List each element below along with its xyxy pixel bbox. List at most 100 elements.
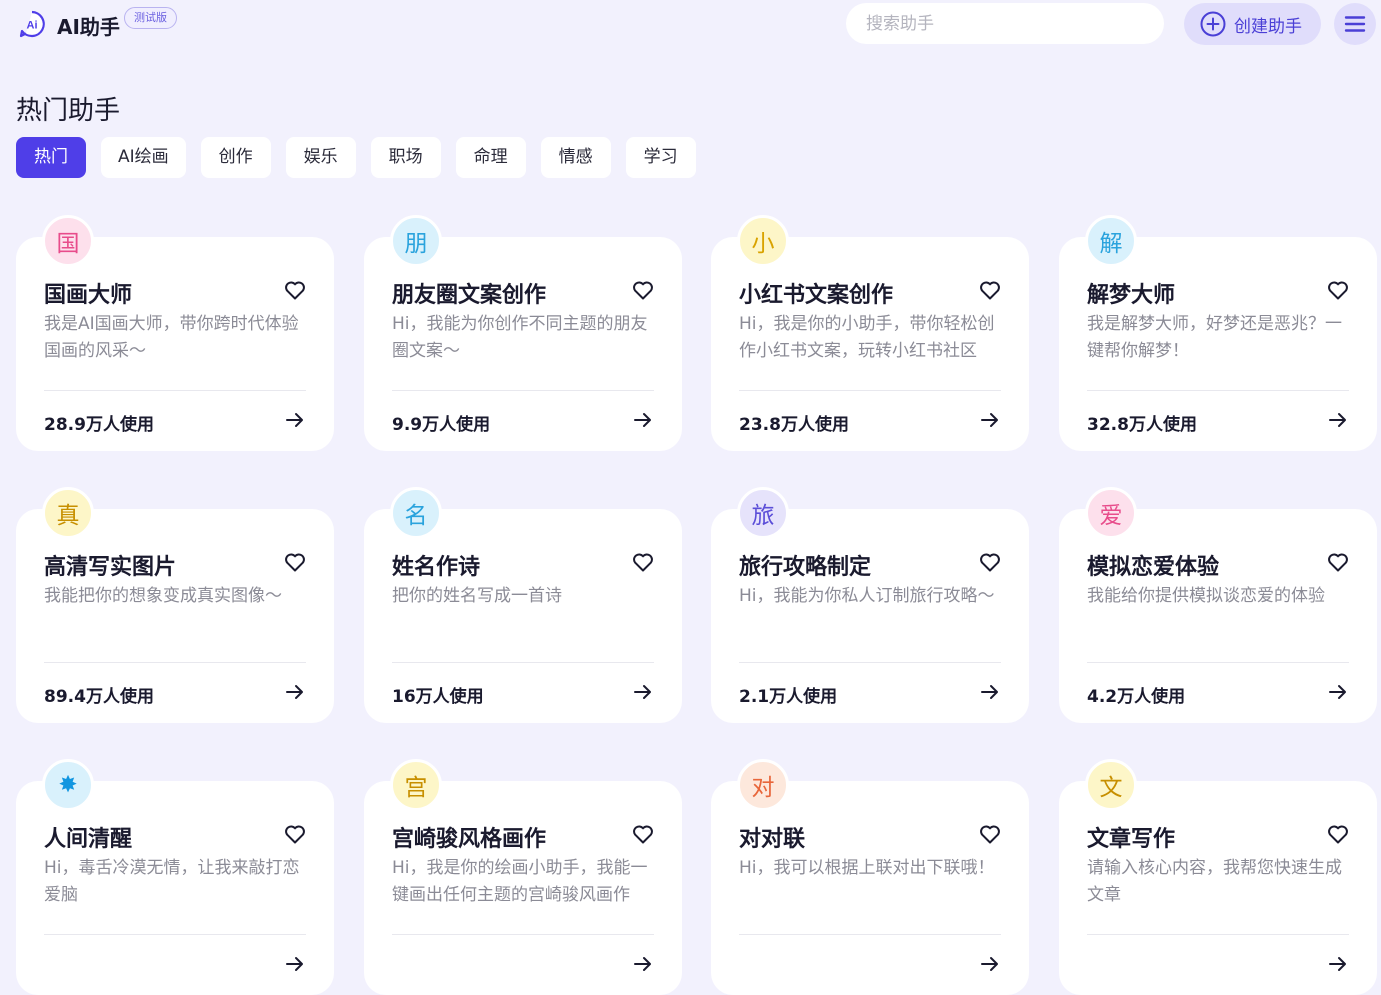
assistant-title: 国画大师 [44, 283, 133, 308]
assistant-description: 我是解梦大师，好梦还是恶兆？一键帮你解梦！ [1087, 314, 1342, 361]
assistant-description: Hi，我能为你创作不同主题的朋友圈文案～ [392, 314, 648, 361]
assistant-title: 宫崎骏风格画作 [392, 827, 547, 852]
favorite-heart-icon[interactable] [283, 822, 307, 846]
arrow-right-icon[interactable] [632, 953, 654, 975]
assistant-title: 高清写实图片 [44, 555, 177, 580]
arrow-right-icon[interactable] [979, 409, 1001, 431]
assistant-avatar-icon: 小 [737, 215, 789, 267]
usage-count: 23.8万人使用 [739, 415, 849, 435]
favorite-heart-icon[interactable] [1326, 550, 1350, 574]
arrow-right-icon[interactable] [979, 953, 1001, 975]
assistant-card[interactable]: 文文章写作 请输入核心内容，我帮您快速生成文章 [1059, 759, 1377, 995]
arrow-right-icon[interactable] [284, 409, 306, 431]
arrow-right-icon[interactable] [1327, 953, 1349, 975]
assistant-card[interactable]: ✸ 人间清醒 Hi，毒舌冷漠无情，让我来敲打恋爱脑 [16, 759, 334, 995]
assistant-card[interactable]: 宫宫崎骏风格画作 Hi，我是你的绘画小助手，我能一键画出任何主题的宫崎骏风画作 [364, 759, 682, 995]
assistant-avatar-icon: 对 [737, 759, 789, 811]
arrow-right-icon[interactable] [1327, 681, 1349, 703]
assistant-description: Hi，我是你的绘画小助手，我能一键画出任何主题的宫崎骏风画作 [392, 858, 648, 905]
ai-logo-icon: Ai [19, 10, 45, 38]
assistant-card[interactable]: 对对对联 Hi，我可以根据上联对出下联哦！ [711, 759, 1029, 995]
favorite-heart-icon[interactable] [283, 278, 307, 302]
favorite-heart-icon[interactable] [631, 822, 655, 846]
assistant-card[interactable]: 爱模拟恋爱体验 我能给你提供模拟谈恋爱的体验 4.2万人使用 [1059, 487, 1377, 723]
assistant-avatar-icon: 宫 [390, 759, 442, 811]
assistant-card[interactable]: 解解梦大师 我是解梦大师，好梦还是恶兆？一键帮你解梦！ 32.8万人使用 [1059, 215, 1377, 451]
assistant-avatar-icon: 真 [42, 487, 94, 539]
assistant-card[interactable]: 朋朋友圈文案创作 Hi，我能为你创作不同主题的朋友圈文案～ 9.9万人使用 [364, 215, 682, 451]
assistant-title: 人间清醒 [44, 827, 133, 852]
card-divider [1087, 390, 1349, 391]
usage-count: 32.8万人使用 [1087, 415, 1197, 435]
assistant-card[interactable]: 真高清写实图片我能把你的想象变成真实图像～ 89.4万人使用 [16, 487, 334, 723]
assistant-description: Hi，我可以根据上联对出下联哦！ [739, 858, 995, 878]
assistant-description: 请输入核心内容，我帮您快速生成文章 [1087, 858, 1342, 905]
arrow-right-icon[interactable] [632, 681, 654, 703]
assistant-card[interactable]: 旅旅行攻略制定 Hi，我能为你私人订制旅行攻略～ 2.1万人使用 [711, 487, 1029, 723]
assistant-card[interactable]: 国国画大师我是AI国画大师，带你跨时代体验国画的风采～ 28.9万人使用 [16, 215, 334, 451]
create-assistant-label: 创建助手 [1234, 16, 1302, 37]
favorite-heart-icon[interactable] [631, 278, 655, 302]
tab-7[interactable]: 学习 [625, 137, 696, 178]
tab-4[interactable]: 职场 [370, 137, 441, 178]
assistant-avatar-icon: 名 [390, 487, 442, 539]
tab-5[interactable]: 命理 [455, 137, 526, 178]
tab-3[interactable]: 娱乐 [285, 137, 356, 178]
usage-count: 4.2万人使用 [1087, 687, 1186, 707]
assistant-title: 旅行攻略制定 [739, 555, 872, 580]
card-divider [1087, 662, 1349, 663]
usage-count: 2.1万人使用 [739, 687, 838, 707]
tab-2[interactable]: 创作 [200, 137, 271, 178]
arrow-right-icon[interactable] [284, 681, 306, 703]
plus-circle-icon [1200, 11, 1226, 37]
favorite-heart-icon[interactable] [978, 278, 1002, 302]
card-divider [392, 390, 654, 391]
usage-count: 9.9万人使用 [392, 415, 491, 435]
card-divider [739, 934, 1001, 935]
favorite-heart-icon[interactable] [283, 550, 307, 574]
assistant-description: 我能把你的想象变成真实图像～ [44, 586, 282, 606]
tab-6[interactable]: 情感 [540, 137, 611, 178]
card-divider [739, 662, 1001, 663]
assistant-avatar-icon: ✸ [42, 759, 94, 811]
menu-button[interactable] [1334, 3, 1376, 45]
assistant-description: Hi，我能为你私人订制旅行攻略～ [739, 586, 995, 606]
app-title[interactable]: AI助手 [57, 11, 120, 40]
favorite-heart-icon[interactable] [631, 550, 655, 574]
card-divider [44, 662, 306, 663]
card-divider [44, 934, 306, 935]
tab-0[interactable]: 热门 [16, 137, 86, 178]
assistant-description: Hi，毒舌冷漠无情，让我来敲打恋爱脑 [44, 858, 300, 905]
assistant-avatar-icon: 旅 [737, 487, 789, 539]
assistant-title: 对对联 [739, 827, 806, 852]
arrow-right-icon[interactable] [632, 409, 654, 431]
create-assistant-button[interactable]: 创建助手 [1184, 3, 1321, 45]
search-input[interactable] [846, 3, 1164, 44]
svg-text:Ai: Ai [27, 20, 38, 32]
assistant-avatar-icon: 爱 [1085, 487, 1137, 539]
assistant-card[interactable]: 小小红书文案创作 Hi，我是你的小助手，带你轻松创作小红书文案，玩转小红书社区 23… [711, 215, 1029, 451]
card-divider [739, 390, 1001, 391]
arrow-right-icon[interactable] [1327, 409, 1349, 431]
usage-count: 16万人使用 [392, 687, 484, 707]
hamburger-menu-icon [1344, 16, 1366, 32]
usage-count: 89.4万人使用 [44, 687, 154, 707]
assistant-title: 小红书文案创作 [739, 283, 894, 308]
arrow-right-icon[interactable] [979, 681, 1001, 703]
section-title: 热门助手 [16, 96, 121, 126]
favorite-heart-icon[interactable] [1326, 278, 1350, 302]
card-divider [392, 662, 654, 663]
card-divider [44, 390, 306, 391]
assistant-avatar-icon: 国 [42, 215, 94, 267]
favorite-heart-icon[interactable] [978, 822, 1002, 846]
arrow-right-icon[interactable] [284, 953, 306, 975]
tab-1[interactable]: AI绘画 [101, 137, 186, 178]
category-tabs: 热门 AI绘画 创作 娱乐 职场 命理 情感 学习 [16, 137, 696, 178]
assistant-description: 我是AI国画大师，带你跨时代体验国画的风采～ [44, 314, 299, 361]
assistant-card[interactable]: 名姓名作诗 把你的姓名写成一首诗 16万人使用 [364, 487, 682, 723]
card-divider [392, 934, 654, 935]
favorite-heart-icon[interactable] [978, 550, 1002, 574]
usage-count: 28.9万人使用 [44, 415, 154, 435]
assistant-title: 模拟恋爱体验 [1087, 555, 1220, 580]
favorite-heart-icon[interactable] [1326, 822, 1350, 846]
